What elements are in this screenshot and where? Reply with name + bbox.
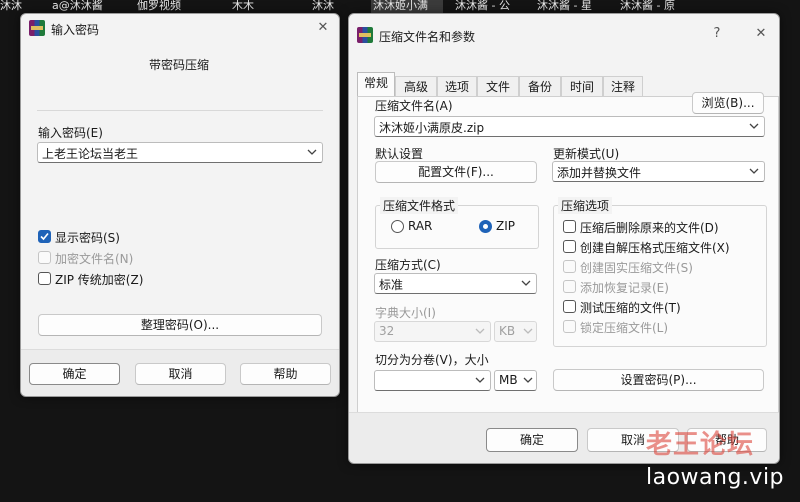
chevron-down-icon[interactable] <box>522 325 534 337</box>
zip-legacy-checkbox[interactable] <box>38 272 51 285</box>
password-value: 上老王论坛当老王 <box>42 147 139 161</box>
tab-files[interactable]: 文件 <box>477 76 519 96</box>
checkmark-icon <box>40 232 49 241</box>
close-icon[interactable]: ✕ <box>313 18 333 38</box>
password-input[interactable]: 上老王论坛当老王 <box>37 142 323 163</box>
encrypt-filenames-label: 加密文件名(N) <box>55 252 134 266</box>
chevron-down-icon[interactable] <box>748 165 760 177</box>
taskbar-item[interactable]: a@沐沐酱 <box>52 0 103 14</box>
archive-name-label: 压缩文件名(A) <box>375 99 453 113</box>
chevron-down-icon[interactable] <box>474 325 486 337</box>
archive-dialog: 压缩文件名和参数 ? ✕ 常规 高级 选项 文件 备份 时间 注释 压缩文件名(… <box>348 13 780 464</box>
options-group-title: 压缩选项 <box>558 197 613 214</box>
winrar-icon <box>29 20 45 36</box>
organize-passwords-button[interactable]: 整理密码(O)... <box>38 314 322 336</box>
dictionary-select[interactable]: 32 <box>374 321 491 342</box>
create-sfx-checkbox[interactable] <box>563 240 576 253</box>
option-label: 创建固实压缩文件(S) <box>580 261 693 275</box>
close-icon[interactable]: ✕ <box>751 24 771 44</box>
method-label: 压缩方式(C) <box>375 258 441 272</box>
split-unit-value: MB <box>499 373 518 387</box>
option-label: 测试压缩的文件(T) <box>580 301 681 315</box>
format-rar-radio[interactable] <box>391 220 404 233</box>
format-zip-label: ZIP <box>496 219 515 233</box>
method-select[interactable]: 标准 <box>374 273 537 294</box>
encrypt-filenames-checkbox[interactable] <box>38 251 51 264</box>
tab-comment[interactable]: 注释 <box>603 76 643 96</box>
tab-options[interactable]: 选项 <box>437 76 477 96</box>
taskbar-item[interactable]: 沐沐酱 - 星 <box>537 0 592 14</box>
help-button[interactable]: 帮助 <box>240 363 331 385</box>
option-label: 添加恢复记录(E) <box>580 281 669 295</box>
tab-time[interactable]: 时间 <box>561 76 603 96</box>
chevron-down-icon[interactable] <box>306 146 318 158</box>
default-settings-label: 默认设置 <box>375 147 424 161</box>
format-rar-label: RAR <box>408 219 433 233</box>
split-label: 切分为分卷(V)，大小 <box>375 353 489 367</box>
cancel-button[interactable]: 取消 <box>135 363 226 385</box>
tab-advanced[interactable]: 高级 <box>395 76 437 96</box>
browse-button[interactable]: 浏览(B)... <box>692 92 764 114</box>
taskbar-item[interactable]: 伽罗视频 <box>137 0 181 14</box>
divider <box>37 110 323 111</box>
lock-archive-checkbox[interactable] <box>563 320 576 333</box>
dictionary-label: 字典大小(I) <box>375 306 436 320</box>
ok-button[interactable]: 确定 <box>486 428 578 452</box>
chevron-down-icon[interactable] <box>474 374 486 386</box>
taskbar-item[interactable]: 沐沐 <box>0 0 22 14</box>
show-password-label: 显示密码(S) <box>55 231 120 245</box>
taskbar-item[interactable]: 木木 <box>232 0 254 14</box>
dictionary-value: 32 <box>379 324 395 338</box>
ok-button[interactable]: 确定 <box>29 363 120 385</box>
archive-name-value: 沐沐姬小满原皮.zip <box>379 121 485 135</box>
split-size-input[interactable] <box>374 370 491 391</box>
chevron-down-icon[interactable] <box>520 277 532 289</box>
chevron-down-icon[interactable] <box>522 374 534 386</box>
method-value: 标准 <box>379 278 404 292</box>
password-label: 输入密码(E) <box>38 126 103 140</box>
format-zip-radio[interactable] <box>479 220 492 233</box>
dialog-heading: 带密码压缩 <box>149 58 210 72</box>
split-unit-select[interactable]: MB <box>494 370 537 391</box>
archive-name-input[interactable]: 沐沐姬小满原皮.zip <box>374 116 765 137</box>
title-bar: 压缩文件名和参数 ? ✕ <box>349 14 779 44</box>
option-label: 创建自解压格式压缩文件(X) <box>580 241 730 255</box>
tab-backup[interactable]: 备份 <box>519 76 561 96</box>
update-mode-label: 更新模式(U) <box>553 147 620 161</box>
update-mode-value: 添加并替换文件 <box>557 166 642 180</box>
watermark-url: laowang.vip <box>646 465 785 490</box>
taskbar-item[interactable]: 沐沐酱 - 原 <box>620 0 675 14</box>
watermark-logo: 老王论坛 <box>646 430 755 460</box>
recovery-record-checkbox[interactable] <box>563 280 576 293</box>
taskbar-item-active[interactable]: 沐沐姬小满 <box>371 0 443 14</box>
password-dialog: 输入密码 ✕ 带密码压缩 输入密码(E) 上老王论坛当老王 显示密码(S) 加密… <box>20 13 340 397</box>
option-label: 锁定压缩文件(L) <box>580 321 669 335</box>
set-password-button[interactable]: 设置密码(P)... <box>553 369 764 391</box>
taskbar-item[interactable]: 沐沐 <box>312 0 334 14</box>
show-password-checkbox[interactable] <box>38 230 51 243</box>
option-label: 压缩后删除原来的文件(D) <box>580 221 719 235</box>
zip-legacy-label: ZIP 传统加密(Z) <box>55 273 144 287</box>
dictionary-unit-value: KB <box>499 324 516 338</box>
delete-after-checkbox[interactable] <box>563 220 576 233</box>
tab-general[interactable]: 常规 <box>357 72 395 97</box>
solid-archive-checkbox[interactable] <box>563 260 576 273</box>
profiles-button[interactable]: 配置文件(F)... <box>375 161 537 183</box>
dictionary-unit-select[interactable]: KB <box>494 321 537 342</box>
winrar-icon <box>357 27 373 43</box>
help-icon[interactable]: ? <box>707 24 727 44</box>
title-bar: 输入密码 ✕ <box>21 14 339 44</box>
format-group-title: 压缩文件格式 <box>380 197 459 214</box>
update-mode-select[interactable]: 添加并替换文件 <box>552 161 765 182</box>
dialog-title: 输入密码 <box>51 23 100 37</box>
taskbar-item[interactable]: 沐沐酱 - 公 <box>455 0 510 14</box>
test-files-checkbox[interactable] <box>563 300 576 313</box>
chevron-down-icon[interactable] <box>748 120 760 132</box>
dialog-title: 压缩文件名和参数 <box>379 30 476 44</box>
